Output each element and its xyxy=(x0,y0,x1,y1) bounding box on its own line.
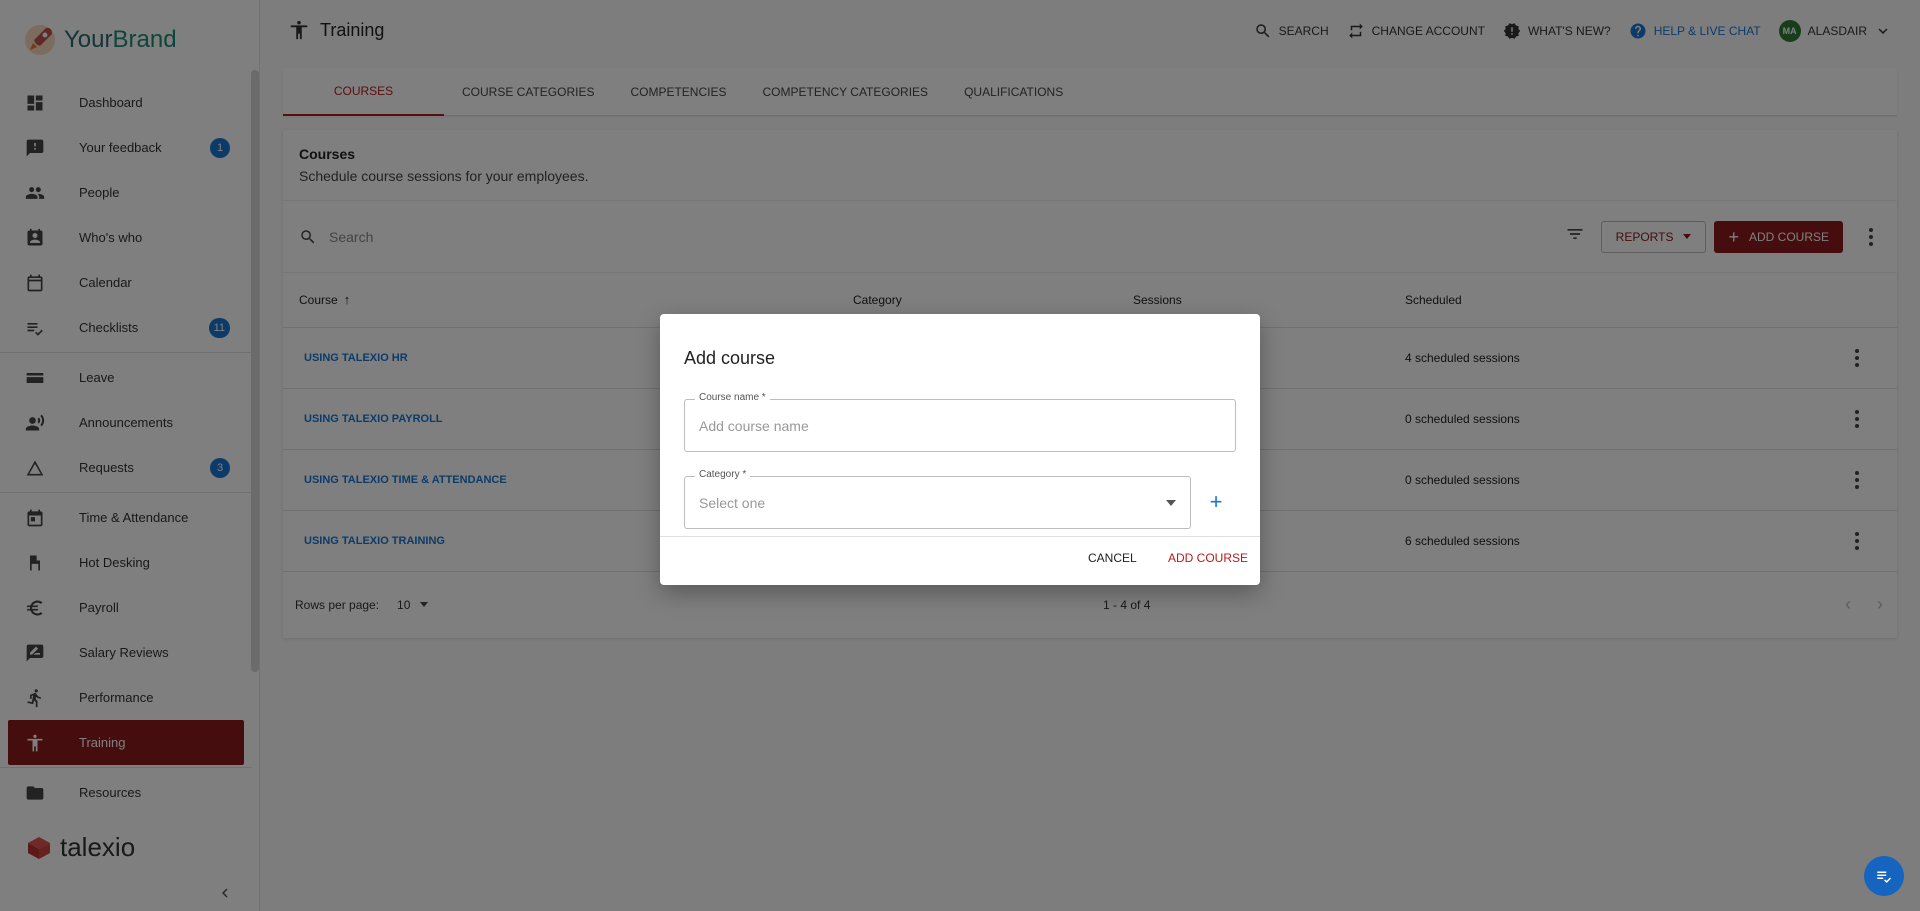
caret-down-icon xyxy=(1166,499,1176,506)
course-name-label: Course name * xyxy=(695,392,770,403)
add-course-submit-button[interactable]: Add course xyxy=(1168,551,1248,565)
course-name-field[interactable]: Course name * Add course name xyxy=(684,392,1236,452)
category-select[interactable]: Category * Select one xyxy=(684,469,1191,529)
dialog-title: Add course xyxy=(684,348,776,368)
add-course-dialog: Add course Course name * Add course name… xyxy=(660,314,1260,585)
dialog-actions: Cancel Add course xyxy=(660,536,1260,585)
checklist-icon xyxy=(1877,871,1892,883)
category-placeholder: Select one xyxy=(699,494,766,511)
checklist-fab-button[interactable] xyxy=(1864,856,1904,896)
cancel-button[interactable]: Cancel xyxy=(1088,551,1137,565)
add-category-icon[interactable]: + xyxy=(1204,491,1228,515)
category-label: Category * xyxy=(695,469,751,480)
course-name-placeholder: Add course name xyxy=(699,417,809,434)
